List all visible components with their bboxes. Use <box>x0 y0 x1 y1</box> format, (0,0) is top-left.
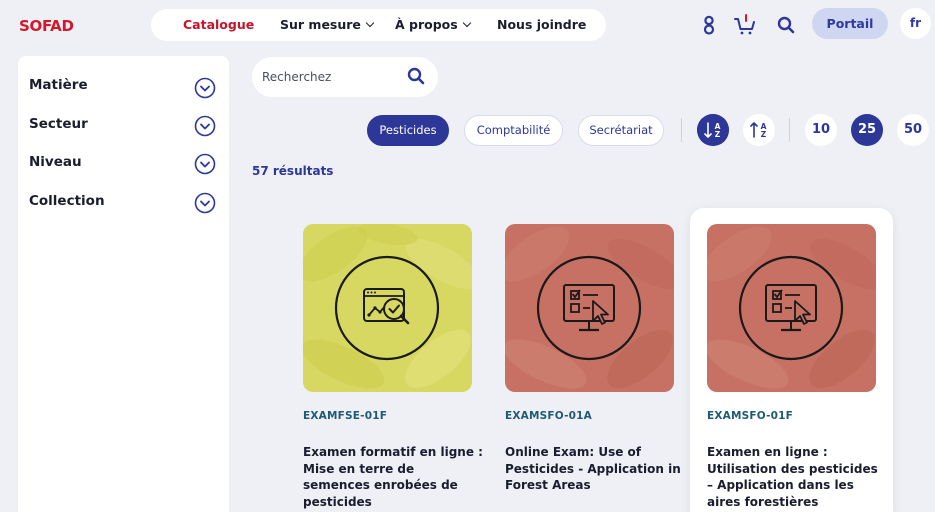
nav-sur-mesure[interactable]: Sur mesure <box>280 17 375 32</box>
chip-comptabilite[interactable]: Comptabilité <box>464 115 563 146</box>
logo[interactable]: SOFAD <box>19 17 74 35</box>
nav-nous-joindre[interactable]: Nous joindre <box>497 17 586 32</box>
chevron-down-icon[interactable] <box>194 192 216 214</box>
chevron-down-icon[interactable] <box>194 115 216 137</box>
product-code: EXAMFSE-01F <box>303 410 388 422</box>
facet-niveau-label: Niveau <box>29 154 82 170</box>
search-icon[interactable] <box>773 12 799 38</box>
nav-a-propos[interactable]: À propos <box>395 17 471 32</box>
svg-text:Z: Z <box>715 130 721 139</box>
filter-sidebar: Matière Secteur Niveau Collection <box>18 56 229 512</box>
nav-label: Sur mesure <box>280 17 361 32</box>
user-icon[interactable] <box>696 12 722 38</box>
product-thumbnail[interactable] <box>303 224 472 392</box>
product-thumbnail[interactable] <box>707 224 876 392</box>
product-title[interactable]: Examen en ligne : Utilisation des pestic… <box>707 444 887 510</box>
divider <box>681 118 682 142</box>
browser-analytics-check-icon <box>334 255 440 361</box>
page-size-50[interactable]: 50 <box>897 114 929 146</box>
facet-secteur-label: Secteur <box>29 116 88 132</box>
chevron-down-icon[interactable] <box>194 77 216 99</box>
facet-matiere-label: Matière <box>29 77 88 93</box>
chevron-down-icon <box>462 18 471 28</box>
product-title[interactable]: Examen formatif en ligne : Mise en terre… <box>303 444 483 510</box>
chip-secretariat[interactable]: Secrétariat <box>578 115 664 146</box>
language-toggle[interactable]: fr <box>900 8 931 39</box>
divider <box>789 118 790 142</box>
sort-za-icon[interactable]: A Z <box>743 114 775 146</box>
svg-text:Z: Z <box>761 130 767 139</box>
product-thumbnail[interactable] <box>505 224 674 392</box>
chip-pesticides[interactable]: Pesticides <box>367 115 449 146</box>
results-count: 57 résultats <box>252 164 334 178</box>
facet-collection-label: Collection <box>29 193 105 209</box>
nav-label: À propos <box>395 17 458 32</box>
sort-az-icon[interactable]: A Z <box>697 114 729 146</box>
search-box <box>252 57 438 97</box>
chevron-down-icon[interactable] <box>194 153 216 175</box>
portal-button[interactable]: Portail <box>812 8 888 39</box>
cart-icon[interactable] <box>732 12 758 38</box>
product-title[interactable]: Online Exam: Use of Pesticides - Applica… <box>505 444 685 494</box>
monitor-checklist-cursor-icon <box>738 255 844 361</box>
product-code: EXAMSFO-01F <box>707 410 794 422</box>
page-size-10[interactable]: 10 <box>805 114 837 146</box>
product-code: EXAMSFO-01A <box>505 410 592 422</box>
nav-catalogue[interactable]: Catalogue <box>183 17 254 32</box>
search-icon[interactable] <box>405 65 427 87</box>
monitor-checklist-cursor-icon <box>536 255 642 361</box>
search-input[interactable] <box>262 67 402 87</box>
chevron-down-icon <box>365 18 375 28</box>
page-size-25[interactable]: 25 <box>851 114 883 146</box>
